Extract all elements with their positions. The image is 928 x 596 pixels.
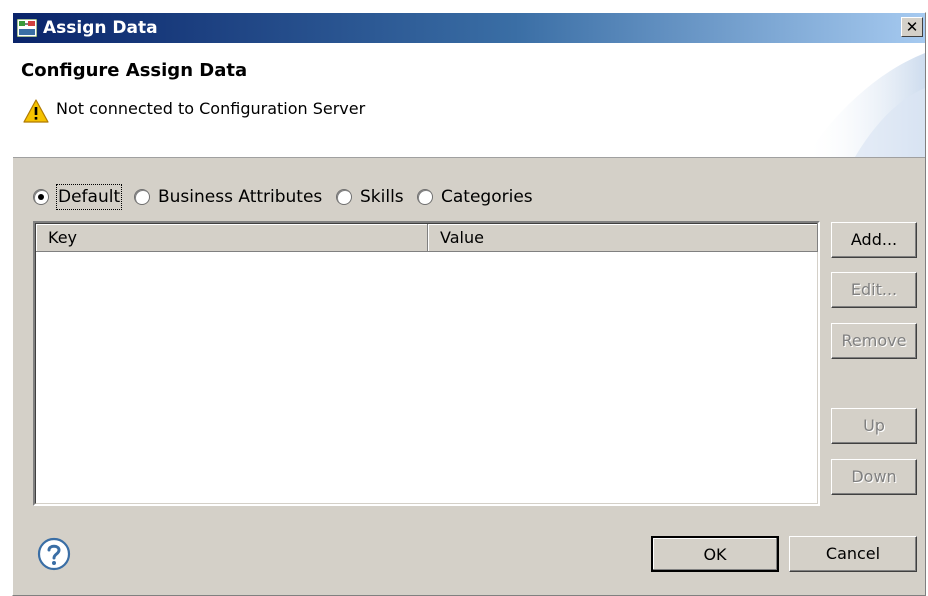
app-icon <box>17 19 37 37</box>
title-bar[interactable]: Assign Data ✕ <box>13 13 925 43</box>
cancel-button[interactable]: Cancel <box>789 536 917 572</box>
help-icon[interactable] <box>37 537 71 571</box>
remove-button[interactable]: Remove <box>831 323 917 359</box>
add-button-label: Add... <box>850 230 898 249</box>
window-title: Assign Data <box>43 18 158 38</box>
close-button[interactable]: ✕ <box>901 17 923 37</box>
radio-label: Default <box>55 184 123 210</box>
radio-button[interactable] <box>336 189 352 205</box>
dialog-header: Configure Assign Data Not connected to C… <box>13 43 925 158</box>
up-button-label: Up <box>863 416 885 435</box>
remove-button-label: Remove <box>841 331 907 350</box>
cancel-button-label: Cancel <box>825 544 881 563</box>
warning-icon <box>23 99 49 123</box>
add-button[interactable]: Add... <box>831 222 917 258</box>
table-body[interactable]: Key Value <box>35 223 818 504</box>
edit-button[interactable]: Edit... <box>831 272 917 308</box>
radio-button[interactable] <box>134 189 150 205</box>
radio-label: Business Attributes <box>158 187 323 207</box>
radio-label: Skills <box>360 187 404 207</box>
assign-data-dialog: Assign Data ✕ Configure Assign Data Not … <box>12 12 926 596</box>
down-button-label: Down <box>851 467 897 486</box>
ok-button[interactable]: OK <box>651 536 779 572</box>
table-header: Key Value <box>36 224 818 252</box>
up-button[interactable]: Up <box>831 408 917 444</box>
radio-label: Categories <box>441 187 533 207</box>
radio-button[interactable] <box>417 189 433 205</box>
page-title: Configure Assign Data <box>21 60 248 81</box>
close-icon: ✕ <box>905 18 919 36</box>
column-header-value[interactable]: Value <box>428 224 818 252</box>
column-header-key[interactable]: Key <box>36 224 428 252</box>
header-decoration <box>805 53 925 157</box>
down-button[interactable]: Down <box>831 459 917 495</box>
connection-warning-text: Not connected to Configuration Server <box>56 99 366 118</box>
ok-button-label: OK <box>703 545 727 564</box>
key-value-table[interactable]: Key Value <box>33 221 820 506</box>
edit-button-label: Edit... <box>850 280 898 299</box>
radio-button[interactable] <box>33 189 49 205</box>
